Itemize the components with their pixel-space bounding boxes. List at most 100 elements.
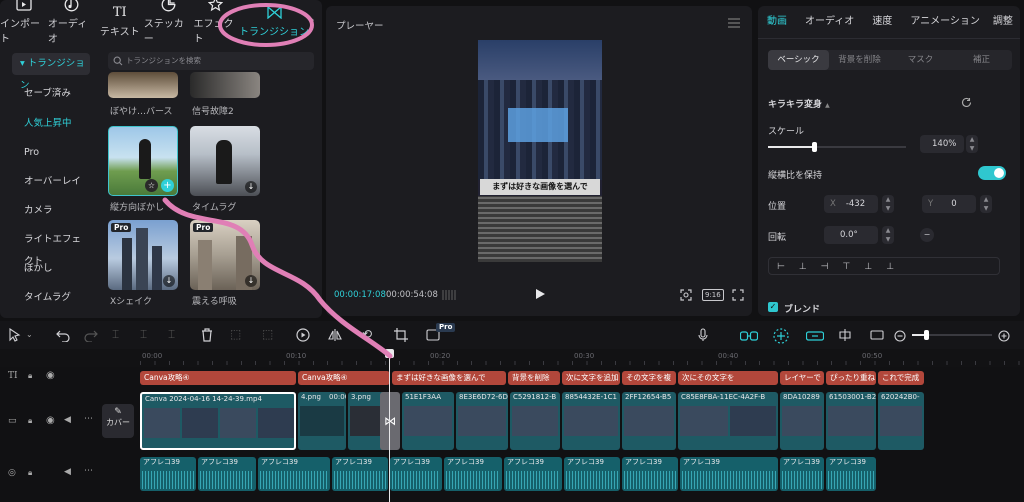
audio-clip[interactable]: アフレコ39 xyxy=(564,457,620,491)
text-clip[interactable]: これで完成 xyxy=(878,371,924,385)
video-clip[interactable]: 00:00 xyxy=(322,392,346,450)
tab-prop-audio[interactable]: オーディオ xyxy=(796,6,863,38)
text-clip[interactable]: まずは好きな画像を選んで xyxy=(392,371,506,385)
lock-icon[interactable]: 🔒︎ xyxy=(28,416,32,426)
tab-sticker[interactable]: ステッカー xyxy=(144,0,194,45)
fullscreen-fit-icon[interactable] xyxy=(680,289,692,301)
play-icon[interactable] xyxy=(534,288,546,300)
audio-clip[interactable]: アフレコ39 xyxy=(826,457,876,491)
lock-icon[interactable]: 🔒︎ xyxy=(28,371,32,381)
tab-adjust[interactable]: 調整 xyxy=(989,6,1017,38)
position-x-input[interactable]: X -432 xyxy=(824,195,878,213)
video-clip[interactable]: 61503001-B2 xyxy=(826,392,876,450)
mute-icon[interactable]: ◀ xyxy=(64,467,71,477)
video-clip[interactable]: 620242B0- xyxy=(878,392,924,450)
category-overlay[interactable]: オーバーレイ xyxy=(12,171,90,193)
lock-icon[interactable]: 🔒︎ xyxy=(28,468,32,478)
magnet-icon[interactable] xyxy=(772,327,790,344)
text-clip[interactable]: ぴったり重ね xyxy=(826,371,876,385)
audio-clip[interactable]: アフレコ39 xyxy=(680,457,778,491)
category-camera[interactable]: カメラ xyxy=(12,200,90,222)
text-clip[interactable]: 背景を削除 xyxy=(508,371,560,385)
zoom-slider-handle[interactable] xyxy=(924,330,929,340)
audio-clip[interactable]: アフレコ39 xyxy=(622,457,678,491)
text-clip[interactable]: レイヤーで xyxy=(780,371,824,385)
category-blur[interactable]: ぼかし xyxy=(12,258,90,280)
text-clip[interactable]: 次にその文字を xyxy=(678,371,778,385)
scale-input[interactable]: 140% xyxy=(920,135,964,153)
delete-icon[interactable] xyxy=(200,327,216,343)
text-clip[interactable]: Canva攻略④ xyxy=(298,371,390,385)
pointer-chevron-icon[interactable]: ⌄ xyxy=(26,330,42,346)
rotation-dial-icon[interactable]: − xyxy=(920,228,934,242)
video-clip[interactable]: 8DA10289 xyxy=(780,392,824,450)
reset-icon[interactable] xyxy=(960,96,972,108)
scale-slider[interactable] xyxy=(768,142,906,152)
tab-effect[interactable]: エフェクト xyxy=(194,0,238,45)
category-pro[interactable]: Pro xyxy=(12,142,90,164)
play-around-icon[interactable] xyxy=(296,327,312,343)
audio-clip[interactable]: アフレコ39 xyxy=(444,457,502,491)
transition-thumb-selected[interactable]: ☆ + xyxy=(108,126,178,196)
audio-clip[interactable]: アフレコ39 xyxy=(504,457,562,491)
zoom-out-icon[interactable] xyxy=(894,327,910,343)
search-input[interactable]: トランジションを検索 xyxy=(108,52,314,70)
collapse-icon[interactable]: ▲ xyxy=(825,102,830,109)
tab-speed[interactable]: 速度 xyxy=(863,6,901,38)
transition-thumb[interactable]: Pro ↓ xyxy=(108,220,178,290)
split-preview-icon[interactable] xyxy=(838,327,854,343)
tabs-more-chevron-icon[interactable]: › xyxy=(310,0,320,42)
crop-icon[interactable] xyxy=(394,327,410,343)
category-light-effect[interactable]: ライトエフェクト xyxy=(12,229,90,267)
playhead[interactable] xyxy=(389,349,390,502)
subtab-mask[interactable]: マスク xyxy=(890,50,951,70)
audio-clip[interactable]: アフレコ39 xyxy=(332,457,388,491)
transition-thumb[interactable] xyxy=(190,72,260,98)
tab-text[interactable]: TI テキスト xyxy=(96,0,144,42)
download-icon[interactable]: ↓ xyxy=(245,181,257,193)
video-preview[interactable]: まずは好きな画像を選んで xyxy=(478,40,602,262)
zoom-in-icon[interactable] xyxy=(998,327,1014,343)
mirror-icon[interactable] xyxy=(328,327,344,343)
video-clip-selected[interactable]: Canva 2024-04-16 14-24-39.mp4 xyxy=(140,392,296,450)
cover-button[interactable]: ✎ カバー xyxy=(102,404,134,438)
download-icon[interactable]: ↓ xyxy=(163,275,175,287)
download-icon[interactable]: ↓ xyxy=(245,275,257,287)
tab-audio[interactable]: オーディオ xyxy=(48,0,96,45)
category-timelag[interactable]: タイムラグ xyxy=(12,287,90,309)
audio-clip[interactable]: アフレコ39 xyxy=(140,457,196,491)
video-clip[interactable]: 8854432E-1C1 xyxy=(562,392,620,450)
subtab-basic[interactable]: ベーシック xyxy=(768,50,829,70)
aspect-ratio-button[interactable]: 9:16 xyxy=(702,289,724,301)
undo-icon[interactable] xyxy=(56,327,72,343)
align-icons[interactable]: ⊢⊥⊣⊤⊥⊥ xyxy=(777,262,908,272)
transition-thumb[interactable] xyxy=(108,72,178,98)
zoom-slider[interactable] xyxy=(912,330,992,340)
position-x-stepper[interactable]: ▲ ▼ xyxy=(882,195,894,213)
position-y-input[interactable]: Y0 xyxy=(922,195,976,213)
subtab-correct[interactable]: 補正 xyxy=(951,50,1012,70)
microphone-icon[interactable] xyxy=(696,327,712,343)
rotation-stepper[interactable]: ▲ ▼ xyxy=(882,226,894,244)
add-icon[interactable]: + xyxy=(161,179,174,192)
text-clip[interactable]: その文字を複 xyxy=(622,371,676,385)
category-transition[interactable]: ▾ トランジション xyxy=(12,53,90,91)
scale-slider-handle[interactable] xyxy=(811,142,817,152)
category-saved[interactable]: セーブ済み xyxy=(12,83,90,105)
video-clip[interactable]: 8E3E6D72-6DDE xyxy=(456,392,508,450)
video-clip[interactable]: 2FF12654-B5 xyxy=(622,392,676,450)
audio-clip[interactable]: アフレコ39 xyxy=(258,457,330,491)
link-clips-icon[interactable] xyxy=(739,327,759,343)
waveform-icon[interactable] xyxy=(442,290,456,300)
preview-axis-icon[interactable] xyxy=(870,327,886,343)
rotate-icon[interactable]: ⟲ xyxy=(362,327,378,343)
playhead-handle[interactable] xyxy=(385,349,394,358)
video-clip[interactable]: C5291812-B xyxy=(510,392,560,450)
favorite-icon[interactable]: ☆ xyxy=(145,179,158,192)
position-y-stepper[interactable]: ▲ ▼ xyxy=(980,195,992,213)
tab-animation[interactable]: アニメーション xyxy=(901,6,989,38)
video-clip[interactable]: 51E1F3AA xyxy=(402,392,454,450)
tab-transition[interactable]: トランジション xyxy=(238,0,311,42)
pointer-icon[interactable] xyxy=(8,327,24,343)
text-clip[interactable]: 次に文字を追加 xyxy=(562,371,620,385)
